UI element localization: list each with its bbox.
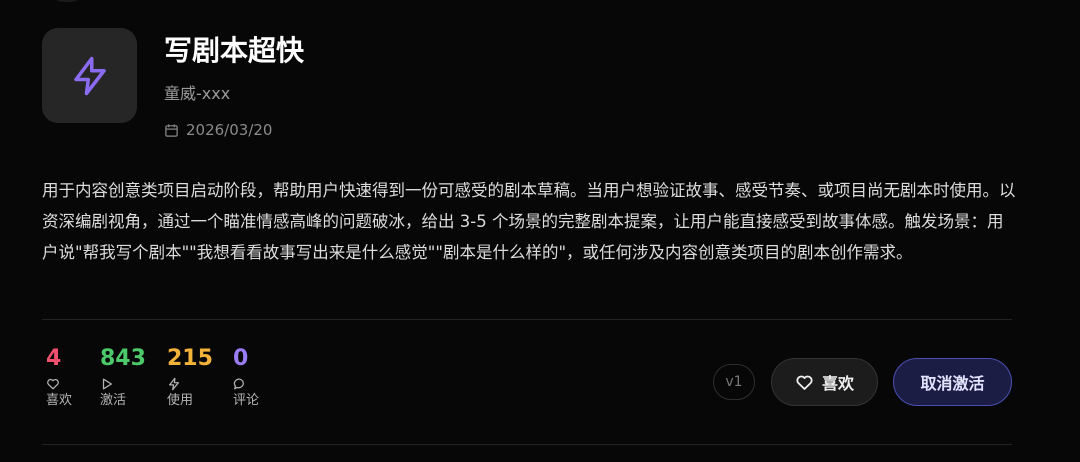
bolt-icon [169,377,179,391]
stat-likes-value: 4 [46,346,62,371]
deactivate-button[interactable]: 取消激活 [893,358,1012,406]
divider-bottom [42,444,1012,445]
stat-uses-value: 215 [167,346,213,371]
stat-activations-label: 激活 [100,393,127,408]
like-button-label: 喜欢 [821,374,854,393]
publish-date: 2026/03/20 [164,119,272,141]
stat-uses: 215 使用 [167,344,213,411]
stat-comments-label: 评论 [233,393,260,408]
stat-uses-label: 使用 [167,393,194,408]
skill-title: 写剧本超快 [164,34,305,67]
date-text: 2026/03/20 [186,121,273,139]
version-badge: v1 [713,364,755,400]
heart-icon [796,375,813,390]
lightning-bolt-icon [73,56,106,95]
stat-comments-value: 0 [233,346,249,371]
stat-likes-label: 喜欢 [46,393,73,408]
stat-activations-value: 843 [100,346,146,371]
stat-activations: 843 激活 [100,344,146,411]
stat-likes: 4 喜欢 [46,344,72,411]
top-avatar-fragment [50,0,84,2]
divider-top [42,319,1012,320]
skill-description: 用于内容创意类项目启动阶段，帮助用户快速得到一份可感受的剧本草稿。当用户想验证故… [42,181,1016,262]
comment-icon [233,378,244,390]
skill-detail-page: 写剧本超快 童威-xxx 2026/03/20 用于内容创意类项目启动阶段，帮助… [0,0,1080,462]
skill-author: 童威-xxx [164,84,231,103]
heart-icon [47,378,59,390]
stat-comments: 0 评论 [233,344,259,411]
skill-icon-tile [42,28,137,123]
like-button[interactable]: 喜欢 [771,358,878,406]
play-icon [102,378,112,390]
calendar-icon [165,123,178,137]
